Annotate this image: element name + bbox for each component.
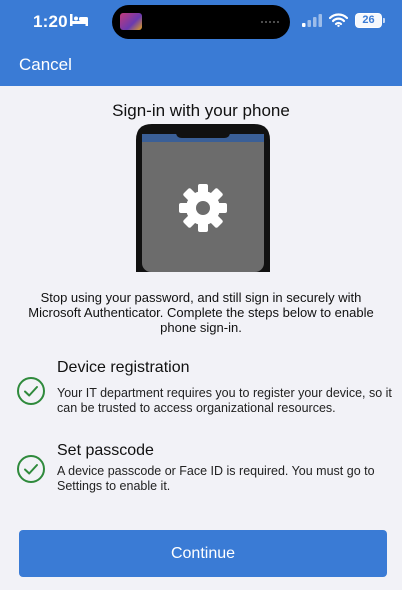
audio-waveform-icon: [261, 21, 279, 23]
gear-icon: [179, 184, 227, 232]
signal-icon: [302, 14, 322, 27]
step-device-registration-title: Device registration: [57, 359, 190, 376]
status-time: 1:20: [33, 12, 68, 31]
now-playing-artwork-icon: [120, 13, 142, 30]
phone-illustration: [136, 124, 270, 272]
step-set-passcode-title: Set passcode: [57, 442, 154, 459]
wifi-icon: [329, 13, 348, 27]
bed-icon: [70, 14, 88, 26]
battery-tip: [383, 18, 385, 23]
main-content: Sign-in with your phone Stop using your …: [0, 86, 402, 590]
check-circle-icon: [17, 377, 45, 405]
intro-text: Stop using your password, and still sign…: [28, 290, 374, 335]
cancel-button[interactable]: Cancel: [19, 55, 72, 75]
check-circle-icon: [17, 455, 45, 483]
page-title: Sign-in with your phone: [112, 101, 290, 120]
battery-level: 26: [362, 14, 375, 26]
step-device-registration-description: Your IT department requires you to regis…: [57, 386, 392, 415]
top-bar: 1:20 26 Cancel: [0, 0, 402, 86]
dynamic-island: [112, 5, 290, 39]
battery-icon: 26: [355, 13, 382, 28]
step-set-passcode-description: A device passcode or Face ID is required…: [57, 464, 375, 493]
continue-button[interactable]: Continue: [19, 530, 387, 577]
